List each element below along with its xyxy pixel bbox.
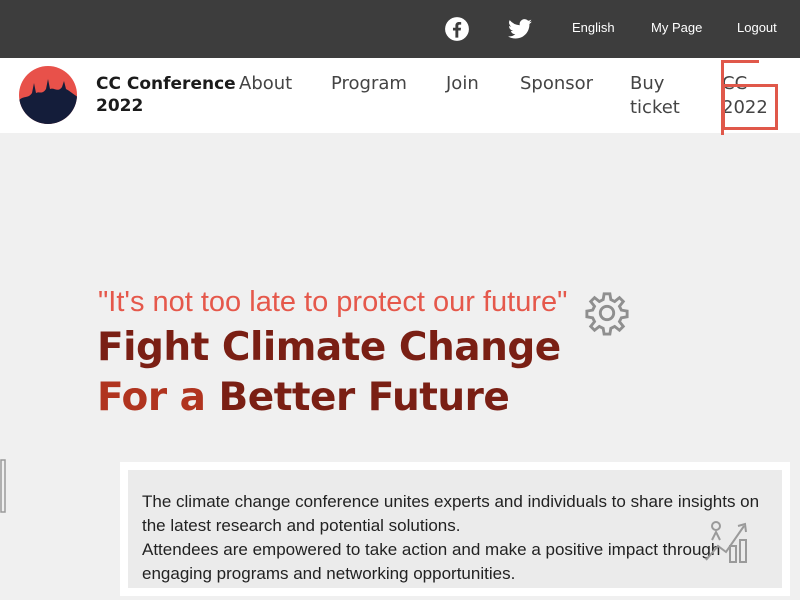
pencil-icon: [0, 459, 6, 513]
headline-rest: Better Future: [205, 375, 510, 420]
headline-highlight: For a: [97, 375, 206, 420]
intro-card: The climate change conference unites exp…: [120, 462, 790, 596]
my-page-link[interactable]: My Page: [651, 20, 702, 35]
top-utility-bar: English My Page Logout: [0, 0, 800, 58]
conference-logo-icon[interactable]: [18, 65, 78, 125]
nav-sponsor[interactable]: Sponsor: [520, 72, 593, 96]
nav-program[interactable]: Program: [331, 72, 407, 96]
gear-icon: [585, 292, 629, 336]
hero-headline-line2: For a Better Future: [97, 375, 510, 420]
facebook-icon[interactable]: [444, 16, 470, 42]
hero-headline-line1: Fight Climate Change: [97, 325, 561, 370]
logout-link[interactable]: Logout: [737, 20, 777, 35]
decorative-frame: [722, 84, 778, 130]
nav-join[interactable]: Join: [446, 72, 479, 96]
nav-about[interactable]: About: [239, 72, 292, 96]
hero-quote: "It's not too late to protect our future…: [98, 286, 568, 318]
growth-chart-icon: [705, 521, 747, 563]
brand-title[interactable]: CC Conference 2022: [96, 73, 236, 117]
intro-paragraph-1: The climate change conference unites exp…: [142, 492, 760, 535]
language-link[interactable]: English: [572, 20, 615, 35]
nav-buy-ticket[interactable]: Buy ticket: [630, 72, 700, 120]
twitter-icon[interactable]: [507, 16, 533, 42]
main-navbar: CC Conference 2022 About Program Join Sp…: [0, 58, 800, 133]
intro-paragraph-2: Attendees are empowered to take action a…: [142, 540, 721, 583]
intro-card-body: The climate change conference unites exp…: [128, 470, 782, 588]
